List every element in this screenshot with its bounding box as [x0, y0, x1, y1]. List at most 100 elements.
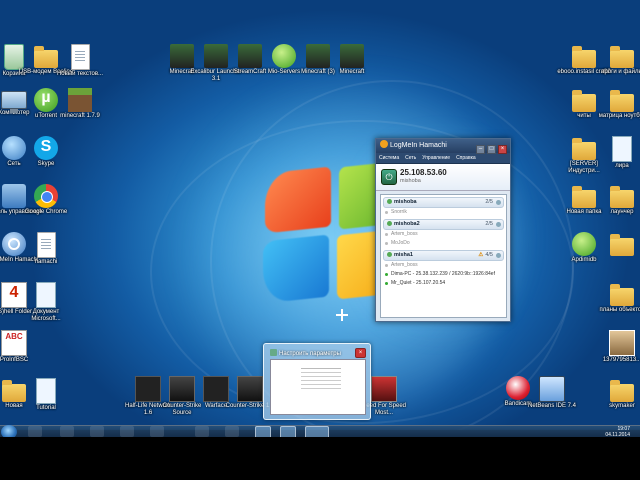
desktop-icon[interactable]: лаунчер: [594, 184, 640, 216]
network-name: misha1: [394, 252, 413, 258]
minecraft-icon: [340, 44, 364, 68]
desktop-icon[interactable]: 1379795813...: [594, 330, 640, 364]
desktop-icon-label: лира: [615, 163, 629, 169]
desktop-icon[interactable]: Skype: [18, 136, 74, 168]
chevron-down-icon[interactable]: [496, 222, 501, 227]
windows-logo-blue-pane: [263, 234, 329, 304]
desktop-icon-label: Новый текстов...: [56, 71, 104, 77]
peer-status-icon: [385, 273, 388, 276]
hamachi-network-list[interactable]: mishoba 2/5 Snorrik mishoba2 2/5 Artem_boss Mo…: [380, 194, 507, 318]
letterbox-bar: [0, 437, 640, 480]
desktop-icon-label: Tutorial: [36, 405, 56, 411]
peer-row[interactable]: Mr_Quiet - 25.107.20.54: [381, 279, 506, 288]
peer-row[interactable]: Artem_boss: [381, 230, 506, 239]
taskbar-explorer-button[interactable]: [28, 426, 42, 437]
thumbnail-window-preview[interactable]: [270, 359, 366, 415]
taskbar-app-button[interactable]: [225, 426, 239, 437]
desktop-icon[interactable]: ABC ProInfBSC: [0, 330, 42, 364]
network-group-header[interactable]: misha1 ⚠ 4/5: [383, 250, 504, 261]
desktop-icon-label: Minecraft: [339, 69, 365, 75]
taskbar-minecraft-button[interactable]: [120, 426, 134, 437]
chevron-down-icon[interactable]: [496, 253, 501, 258]
warning-icon: ⚠: [478, 252, 484, 258]
folder-icon: [610, 284, 634, 306]
desktop-icon-label: minecraft 1.7.9: [60, 113, 100, 119]
peer-row[interactable]: MoJoDo: [381, 239, 506, 248]
menu-system[interactable]: Система: [379, 155, 399, 161]
text-document-icon: [70, 44, 90, 70]
network-status-icon: [387, 220, 392, 226]
peer-name: MoJoDo: [391, 240, 410, 246]
menu-network[interactable]: Сеть: [405, 155, 416, 161]
hamachi-titlebar[interactable]: LogMeIn Hamachi – □ ×: [376, 139, 510, 154]
peer-row[interactable]: Artem_boss: [381, 261, 506, 270]
document-icon: [612, 136, 632, 162]
hamachi-nickname: mishoba: [400, 178, 421, 184]
peer-name: Snorrik: [391, 209, 407, 215]
thumbnail-close-button[interactable]: ×: [355, 348, 366, 358]
menu-manage[interactable]: Управление: [422, 155, 450, 161]
peer-name: Artem_boss: [391, 262, 418, 268]
desktop-icon[interactable]: проги и файлы: [594, 44, 640, 76]
network-name: mishoba2: [394, 221, 420, 227]
network-name: mishoba: [394, 199, 417, 205]
maximize-button[interactable]: □: [487, 145, 496, 154]
desktop-icon[interactable]: Google Chrome: [18, 184, 74, 216]
desktop-icon[interactable]: Новый текстов...: [52, 44, 108, 78]
network-group-header[interactable]: mishoba 2/5: [383, 197, 504, 208]
peer-status-icon: [385, 211, 388, 214]
desktop-icon[interactable]: матрица ноутбук: [594, 88, 640, 120]
power-button[interactable]: ⏻: [381, 169, 397, 185]
thumbnail-title: Настроить параметры: [270, 349, 341, 357]
skype-icon: [34, 136, 58, 160]
folder-icon: [610, 186, 634, 208]
desktop-icon-label: лаунчер: [610, 209, 634, 215]
photo-icon: [609, 330, 635, 356]
member-count-value: 2/5: [485, 199, 493, 205]
document-icon: [36, 378, 56, 404]
desktop-icon[interactable]: Tutorial: [18, 378, 74, 412]
folder-icon: [572, 46, 596, 68]
desktop-icon-label: планы объектов: [599, 307, 640, 313]
minimize-button[interactable]: –: [476, 145, 485, 154]
screen: Корзина USB-модем Beeline Новый текстов...…: [0, 0, 640, 480]
peer-row[interactable]: Snorrik: [381, 208, 506, 217]
hamachi-ip-address: 25.108.53.60: [400, 168, 447, 177]
thumbnail-title-text: Настроить параметры: [279, 351, 341, 357]
taskbar-chrome-button[interactable]: [60, 426, 74, 437]
peer-name: Mr_Quiet - 25.107.20.54: [391, 280, 446, 286]
folder-icon: [610, 46, 634, 68]
desktop-icon-label: Skype: [37, 161, 55, 167]
desktop-icon-label: 1379795813...: [602, 357, 640, 363]
desktop-icon[interactable]: Документ Microsoft...: [18, 282, 74, 323]
taskbar-app-button[interactable]: [90, 426, 104, 437]
hamachi-window[interactable]: LogMeIn Hamachi – □ × Система Сеть Управлени…: [375, 138, 511, 322]
desktop-icon[interactable]: планы объектов: [594, 282, 640, 314]
taskbar-thumbnail-preview[interactable]: Настроить параметры ×: [263, 343, 371, 420]
member-count-value: 2/5: [485, 221, 493, 227]
hamachi-title: LogMeIn Hamachi: [390, 142, 447, 149]
desktop-icon-label: skymaker: [609, 403, 635, 409]
text-document-icon: [36, 232, 56, 258]
hamachi-logo-icon: [380, 140, 388, 148]
taskbar-app-button[interactable]: [195, 426, 209, 437]
desktop-background[interactable]: Корзина USB-модем Beeline Новый текстов...…: [0, 0, 640, 430]
network-group-header[interactable]: mishoba2 2/5: [383, 219, 504, 230]
folder-icon: [610, 234, 634, 256]
desktop-icon-label: hamachi: [34, 259, 58, 265]
desktop-icon[interactable]: minecraft 1.7.9: [52, 88, 108, 120]
menu-help[interactable]: Справка: [456, 155, 476, 161]
network-status-icon: [387, 198, 392, 204]
settings-window-icon: [270, 349, 277, 356]
taskbar-app-button[interactable]: [150, 426, 164, 437]
desktop-icon[interactable]: Minecraft: [324, 44, 380, 76]
peer-status-icon: [385, 242, 388, 245]
close-button[interactable]: ×: [498, 145, 507, 154]
desktop-icon[interactable]: [594, 232, 640, 257]
peer-row[interactable]: Dima-PC - 25.38.132.239 / 2620:9b::1926:…: [381, 270, 506, 279]
desktop-icon[interactable]: skymaker: [594, 378, 640, 410]
desktop-icon[interactable]: NetBeans IDE 7.4: [524, 376, 580, 410]
desktop-icon[interactable]: hamachi: [18, 232, 74, 266]
desktop-icon[interactable]: лира: [594, 136, 640, 170]
chevron-down-icon[interactable]: [496, 200, 501, 205]
